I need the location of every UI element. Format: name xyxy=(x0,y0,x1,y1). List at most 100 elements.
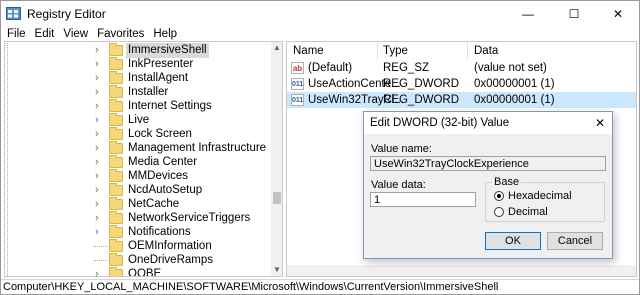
tree-item[interactable]: › NetworkServiceTriggers xyxy=(5,211,267,226)
tree-vertical-scrollbar[interactable]: ▲ ▼ xyxy=(271,42,282,276)
expand-chevron-icon[interactable]: › xyxy=(95,113,105,128)
expand-chevron-icon[interactable]: › xyxy=(95,155,105,170)
folder-icon xyxy=(109,197,123,210)
tree-item[interactable]: OEMInformation xyxy=(5,239,267,254)
maximize-button[interactable]: ☐ xyxy=(551,1,597,27)
value-type-cell: REG_SZ xyxy=(383,62,430,74)
tree-item-label: Management Infrastructure xyxy=(128,142,267,154)
hexadecimal-label: Hexadecimal xyxy=(508,190,572,202)
tree-guide-line xyxy=(7,183,93,198)
column-header-name[interactable]: Name xyxy=(293,42,324,60)
value-row[interactable]: 011 UseWin32TrayCl... REG_DWORD 0x00000001 … xyxy=(287,92,636,108)
dialog-close-button[interactable]: ✕ xyxy=(592,115,608,131)
expand-chevron-icon[interactable]: › xyxy=(95,85,105,100)
expand-chevron-icon[interactable]: › xyxy=(95,57,105,72)
tree-item-label: NcdAutoSetup xyxy=(128,184,203,196)
tree-item-label: Internet Settings xyxy=(128,100,212,112)
tree-item-label: Installer xyxy=(128,86,169,98)
folder-icon xyxy=(109,225,123,238)
value-row[interactable]: ab (Default) REG_SZ (value not set) xyxy=(287,60,636,76)
tree-guide-line xyxy=(7,113,93,128)
value-name-field[interactable] xyxy=(370,156,606,171)
value-type-cell: REG_DWORD xyxy=(383,94,460,106)
tree-item[interactable]: OneDriveRamps xyxy=(5,253,267,268)
tree-item[interactable]: › Installer xyxy=(5,85,267,100)
tree-item-label: Lock Screen xyxy=(128,128,192,140)
folder-icon xyxy=(109,71,123,84)
tree-item[interactable]: › InstallAgent xyxy=(5,71,267,86)
tree-item[interactable]: › Media Center xyxy=(5,155,267,170)
value-row[interactable]: 011 UseActionCente... REG_DWORD 0x00000001 … xyxy=(287,76,636,92)
tree-guide-line xyxy=(7,239,93,254)
title-bar[interactable]: Registry Editor — ☐ ✕ xyxy=(1,1,639,27)
tree-item[interactable]: › Management Infrastructure xyxy=(5,141,267,156)
tree-item[interactable]: › Notifications xyxy=(5,225,267,240)
tree-item[interactable]: › Lock Screen xyxy=(5,127,267,142)
edit-dword-dialog: Edit DWORD (32-bit) Value ✕ Value name: … xyxy=(363,111,613,259)
tree-item-label: MMDevices xyxy=(128,170,189,182)
column-header-data[interactable]: Data xyxy=(474,42,498,60)
value-data-cell: (value not set) xyxy=(474,62,547,74)
expand-chevron-icon[interactable]: › xyxy=(95,141,105,156)
decimal-radio-option[interactable]: Decimal xyxy=(486,206,604,218)
tree-guide-line xyxy=(7,253,93,268)
binary-value-icon: 011 xyxy=(291,78,304,90)
hexadecimal-radio[interactable] xyxy=(494,191,504,201)
expand-chevron-icon[interactable]: › xyxy=(95,183,105,198)
string-value-icon: ab xyxy=(291,62,304,74)
expand-chevron-icon[interactable]: › xyxy=(95,169,105,184)
value-type-cell: REG_DWORD xyxy=(383,78,460,90)
tree-guide-line xyxy=(7,85,93,100)
value-data-field[interactable] xyxy=(370,192,476,207)
window-title: Registry Editor xyxy=(27,7,106,21)
expand-chevron-icon[interactable]: › xyxy=(95,197,105,212)
values-horizontal-scrollbar[interactable] xyxy=(287,265,636,276)
tree-guide-line xyxy=(7,211,93,226)
tree-guide-line xyxy=(7,197,93,212)
expand-chevron-icon[interactable]: › xyxy=(95,267,105,276)
expand-chevron-icon[interactable]: › xyxy=(95,225,105,240)
tree-scroll-thumb[interactable] xyxy=(273,192,281,204)
tree-item[interactable]: › ImmersiveShell xyxy=(5,43,267,58)
tree-guide-line xyxy=(7,141,93,156)
expand-chevron-icon[interactable]: › xyxy=(95,43,105,58)
tree-item[interactable]: › OOBE xyxy=(5,267,267,277)
scroll-down-arrow-icon[interactable]: ▼ xyxy=(271,264,282,276)
column-header-type[interactable]: Type xyxy=(383,42,408,60)
dialog-title-bar[interactable]: Edit DWORD (32-bit) Value ✕ xyxy=(364,112,612,134)
cancel-button[interactable]: Cancel xyxy=(547,232,603,250)
folder-icon xyxy=(109,211,123,224)
value-name-label: Value name: xyxy=(371,143,432,155)
tree-guide-line xyxy=(7,127,93,142)
expand-chevron-icon[interactable]: › xyxy=(95,211,105,226)
folder-icon xyxy=(109,127,123,140)
column-divider[interactable] xyxy=(377,42,378,60)
binary-value-icon: 011 xyxy=(291,94,304,106)
hexadecimal-radio-option[interactable]: Hexadecimal xyxy=(486,190,604,202)
close-button[interactable]: ✕ xyxy=(595,1,640,27)
tree-item[interactable]: › NcdAutoSetup xyxy=(5,183,267,198)
column-divider[interactable] xyxy=(467,42,468,60)
tree-item-label: OneDriveRamps xyxy=(128,254,213,266)
dialog-title: Edit DWORD (32-bit) Value xyxy=(370,117,510,129)
ok-button[interactable]: OK xyxy=(485,232,541,250)
base-group-label: Base xyxy=(492,176,522,188)
tree-item-label: NetCache xyxy=(128,198,180,210)
tree-guide-line xyxy=(7,225,93,240)
tree-guide-line xyxy=(7,99,93,114)
tree-item[interactable]: › InkPresenter xyxy=(5,57,267,72)
scroll-up-arrow-icon[interactable]: ▲ xyxy=(271,42,282,54)
decimal-radio[interactable] xyxy=(494,207,504,217)
tree-item[interactable]: › NetCache xyxy=(5,197,267,212)
tree-item[interactable]: › Internet Settings xyxy=(5,99,267,114)
folder-icon xyxy=(109,183,123,196)
tree-item-label: OOBE xyxy=(128,268,162,277)
tree-item[interactable]: › Live xyxy=(5,113,267,128)
tree-item[interactable]: › MMDevices xyxy=(5,169,267,184)
registry-tree-pane[interactable]: › ImmersiveShell › InkPresenter › InstallAgen… xyxy=(4,41,283,277)
tree-item-label: Media Center xyxy=(128,156,198,168)
minimize-button[interactable]: — xyxy=(505,1,551,27)
expand-chevron-icon[interactable]: › xyxy=(95,99,105,114)
expand-chevron-icon[interactable]: › xyxy=(95,127,105,142)
expand-chevron-icon[interactable]: › xyxy=(95,71,105,86)
